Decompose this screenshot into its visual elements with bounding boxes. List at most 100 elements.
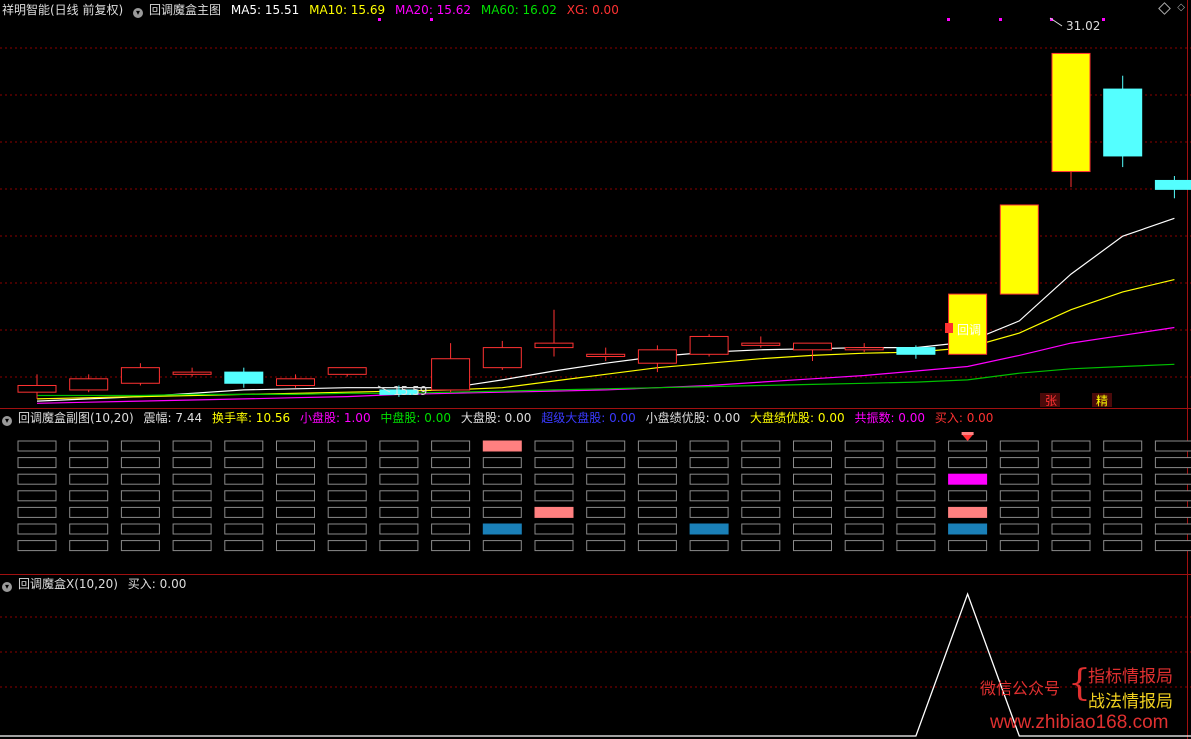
signal-box [896, 540, 936, 552]
signal-box [224, 506, 264, 518]
signal-box [224, 473, 264, 485]
signal-box [741, 540, 781, 552]
signal-box [999, 440, 1039, 452]
signal-box [793, 457, 832, 469]
candle-body [276, 378, 315, 386]
signal-box [844, 523, 884, 535]
signal-box [844, 457, 884, 469]
signal-box [276, 440, 315, 452]
signal-box [637, 540, 677, 552]
signal-box [896, 490, 936, 502]
signal-box [637, 490, 677, 502]
signal-box [482, 540, 522, 552]
signal-box [948, 523, 988, 535]
candle-body [844, 347, 884, 351]
candle-body [999, 204, 1039, 295]
signal-box [586, 490, 626, 502]
signal-box [431, 523, 471, 535]
signal-box [999, 490, 1039, 502]
signal-box [120, 440, 160, 452]
signal-box [224, 523, 264, 535]
signal-box [741, 523, 781, 535]
pullback-label: 回调 [957, 323, 981, 337]
signal-box [534, 473, 574, 485]
signal-box [172, 473, 212, 485]
candle-body [534, 342, 574, 349]
signal-box [379, 540, 419, 552]
signal-box [379, 457, 419, 469]
signal-box [482, 457, 522, 469]
signal-box [224, 540, 264, 552]
signal-box [1154, 540, 1191, 552]
watermark-wechat: 微信公众号 [980, 679, 1061, 698]
signal-box [224, 440, 264, 452]
signal-box [1051, 473, 1091, 485]
signal-box [69, 473, 109, 485]
candle-body [327, 367, 367, 375]
candle-body [482, 347, 522, 369]
signal-box [1154, 473, 1191, 485]
signal-box [999, 506, 1039, 518]
signal-box [689, 490, 729, 502]
signal-box [793, 490, 832, 502]
signal-box [379, 523, 419, 535]
top-dot-mark [1102, 18, 1105, 21]
signal-box [844, 506, 884, 518]
signal-box [1051, 506, 1091, 518]
signal-box [120, 523, 160, 535]
signal-box [482, 440, 522, 452]
signal-box [586, 440, 626, 452]
signal-box [1051, 457, 1091, 469]
top-dot-mark [378, 18, 381, 21]
signal-box [379, 473, 419, 485]
signal-box [844, 540, 884, 552]
signal-box [689, 506, 729, 518]
signal-box [431, 490, 471, 502]
signal-box [534, 540, 574, 552]
signal-box [120, 473, 160, 485]
signal-box [1154, 490, 1191, 502]
signal-box [120, 540, 160, 552]
signal-box [586, 506, 626, 518]
watermark-url: www.zhibiao168.com [990, 712, 1169, 733]
signal-box [637, 457, 677, 469]
signal-box [379, 506, 419, 518]
signal-box [689, 457, 729, 469]
signal-box [224, 457, 264, 469]
signal-box [999, 540, 1039, 552]
signal-box [948, 540, 988, 552]
signal-box [793, 440, 832, 452]
signal-box [586, 473, 626, 485]
candlesticks [17, 52, 1191, 399]
signal-box [793, 473, 832, 485]
signal-box [327, 473, 367, 485]
signal-box [276, 523, 315, 535]
signal-box [844, 440, 884, 452]
signal-box [948, 490, 988, 502]
signal-box [431, 440, 471, 452]
candle-body [120, 367, 160, 384]
signal-box [534, 490, 574, 502]
signal-box [379, 490, 419, 502]
signal-box [586, 523, 626, 535]
signal-box [948, 440, 988, 452]
high-pointer [1049, 17, 1063, 27]
top-dot-mark [947, 18, 950, 21]
ma-line-ma60 [37, 363, 1175, 397]
signal-box [482, 506, 522, 518]
gem-icon-top [961, 432, 974, 435]
candle-body [689, 335, 729, 355]
chart-canvas[interactable]: 31.02 15.59 回调 张 精 [0, 0, 1191, 739]
signal-box [482, 473, 522, 485]
ma-line-ma10 [36, 279, 1175, 400]
signal-box [431, 473, 471, 485]
signal-box [276, 506, 315, 518]
signal-box [948, 473, 988, 485]
candle-body [224, 371, 264, 384]
candle-body [17, 384, 57, 393]
signal-box [1103, 473, 1143, 485]
signal-box [1154, 457, 1191, 469]
candle-body [1051, 52, 1091, 173]
signal-box [17, 540, 57, 552]
grid-lines [0, 0, 1191, 739]
